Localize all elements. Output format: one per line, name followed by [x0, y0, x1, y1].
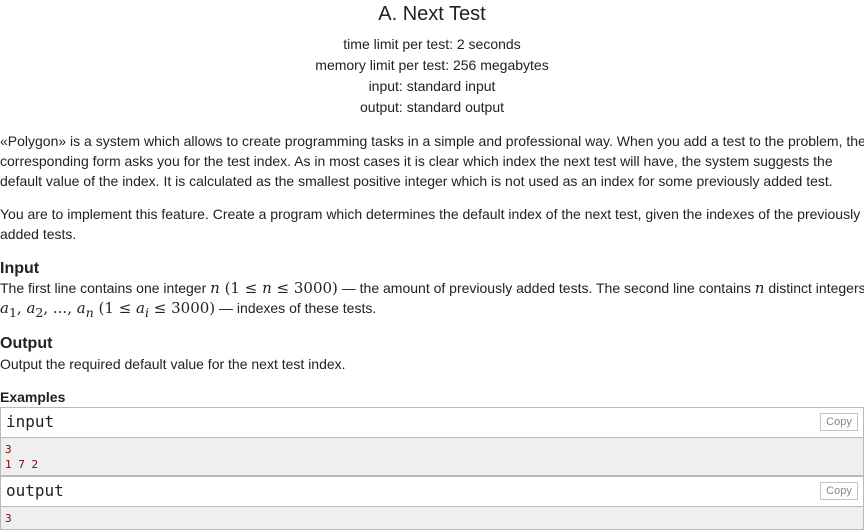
memory-limit: memory limit per test: 256 megabytes	[315, 57, 549, 73]
problem-title: A. Next Test	[378, 3, 486, 25]
example-input-line: 3	[5, 443, 12, 456]
input-text-c: distinct integers	[764, 280, 864, 296]
statement-paragraph-1: «Polygon» is a system which allows to cr…	[0, 133, 864, 189]
output-spec: output: standard output	[360, 99, 504, 115]
math-n-range: n (1 ≤ n ≤ 3000)	[210, 279, 338, 297]
output-section-text: Output the required default value for th…	[0, 356, 346, 372]
copy-output-button[interactable]: Copy	[820, 482, 858, 500]
math-n: n	[754, 279, 765, 297]
input-section-title: Input	[0, 260, 40, 277]
input-section-text: The first line contains one integer n (1…	[0, 278, 864, 323]
example-input-header: input Copy	[0, 407, 864, 438]
example-output-header: output Copy	[0, 476, 864, 507]
example-input-line: 1 7 2	[5, 458, 39, 471]
copy-input-button[interactable]: Copy	[820, 413, 858, 431]
example-input-body: 3 1 7 2	[0, 438, 864, 476]
example-output-body: 3	[0, 507, 864, 530]
example-output-line: 3	[5, 512, 12, 525]
math-sequence: a1, a2, ..., an (1 ≤ ai ≤ 3000)	[0, 299, 216, 320]
input-text-a: The first line contains one integer	[0, 280, 211, 296]
time-limit: time limit per test: 2 seconds	[343, 36, 521, 52]
input-text-b: — the amount of previously added tests. …	[337, 280, 755, 296]
statement-paragraph-2: You are to implement this feature. Creat…	[0, 206, 861, 242]
output-section-title: Output	[0, 335, 53, 352]
example-output-label: output	[6, 481, 64, 500]
input-spec: input: standard input	[368, 78, 496, 94]
example-output-content: 3	[1, 507, 863, 526]
input-text-d: — indexes of these tests.	[215, 300, 377, 316]
example-input-content: 3 1 7 2	[1, 438, 863, 472]
examples-title: Examples	[0, 389, 66, 405]
example-input-label: input	[6, 412, 55, 431]
